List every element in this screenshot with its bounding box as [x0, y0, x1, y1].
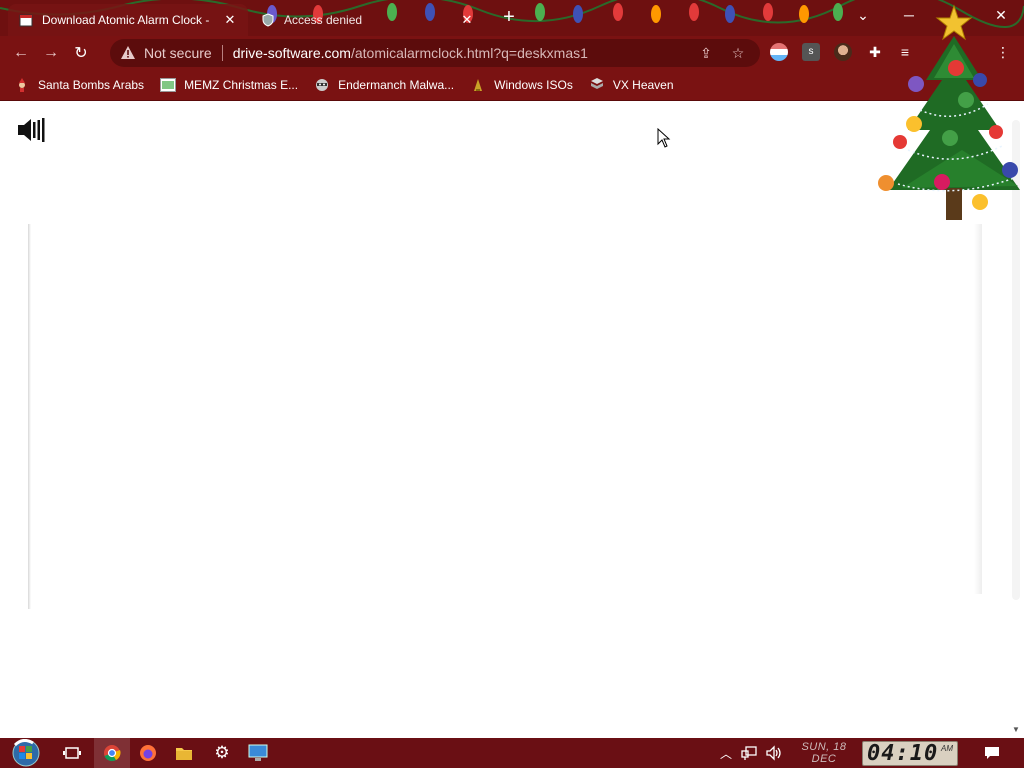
bookmark-santa-bombs-arabs[interactable]: Santa Bombs Arabs [14, 77, 144, 93]
panel-right-edge [974, 224, 982, 594]
volume-button[interactable] [762, 738, 786, 768]
chevron-up-icon: ︿ [719, 746, 732, 761]
date-line-1: SUN, 18 [801, 741, 847, 753]
volume-icon [766, 745, 781, 761]
bookmark-label: Santa Bombs Arabs [38, 77, 145, 92]
tab-title: Access denied [284, 13, 363, 27]
start-button[interactable] [6, 738, 46, 768]
image-icon [160, 77, 177, 93]
bookmark-label: Endermanch Malwa... [338, 77, 455, 92]
taskbar-firefox[interactable] [130, 738, 166, 768]
reload-icon: ↻ [74, 44, 88, 62]
monitor-icon [248, 744, 268, 761]
back-button[interactable]: ← [6, 39, 36, 67]
tab-access-denied[interactable]: Access denied ✕ [250, 4, 485, 36]
shield-icon [260, 12, 276, 28]
bookmark-vx-heaven[interactable]: VX Heaven [589, 77, 674, 93]
extension-flag-icon[interactable] [770, 43, 788, 61]
chrome-icon [104, 745, 121, 762]
taskbar-settings[interactable]: ⚙ [204, 738, 240, 768]
page-content [0, 102, 1008, 738]
taskbar-file-explorer[interactable] [166, 738, 202, 768]
clock-time: 04:10 [867, 741, 939, 766]
windows-logo-icon [12, 739, 40, 767]
action-center-button[interactable] [978, 738, 1006, 768]
folder-icon [470, 77, 486, 93]
task-view-button[interactable] [54, 738, 90, 768]
christmas-tree-decoration [878, 4, 1020, 220]
santa-icon [14, 77, 30, 93]
taskbar: ⚙ ︿ SUN, 18 DEC 04:10 AM [0, 738, 1024, 768]
shield-icon [589, 77, 605, 93]
taskbar-chrome[interactable] [94, 738, 130, 768]
url-path: /atomicalarmclock.html?q=deskxmas1 [350, 45, 588, 61]
bookmark-label: VX Heaven [612, 77, 674, 92]
forward-button[interactable]: → [36, 39, 66, 67]
calendar-icon [18, 12, 34, 28]
bookmark-memz-christmas[interactable]: MEMZ Christmas E... [160, 77, 298, 93]
speaker-icon[interactable] [16, 116, 48, 144]
raccoon-icon [314, 77, 330, 93]
extension-s-icon[interactable]: s [802, 43, 820, 61]
extension-avatar-icon[interactable] [834, 43, 852, 61]
tab-title: Download Atomic Alarm Clock - [42, 13, 210, 27]
bookmark-star-icon[interactable]: ☆ [730, 45, 746, 61]
folder-icon [176, 748, 192, 760]
mouse-cursor-icon [657, 128, 671, 148]
taskbar-date[interactable]: SUN, 18 DEC [794, 741, 854, 765]
bookmark-endermanch-malware[interactable]: Endermanch Malwa... [314, 77, 454, 93]
warning-icon [121, 46, 135, 59]
arrow-left-icon: ← [13, 43, 29, 61]
bookmark-label: Windows ISOs [494, 77, 573, 92]
new-tab-button[interactable]: + [498, 7, 520, 29]
gear-icon: ⚙ [214, 743, 230, 762]
share-icon[interactable]: ⇪ [698, 45, 714, 61]
address-bar[interactable]: Not secure drive-software.com/atomicalar… [110, 39, 760, 67]
bookmark-label: MEMZ Christmas E... [184, 77, 299, 92]
panel-left-edge [28, 224, 31, 609]
bookmark-windows-isos[interactable]: Windows ISOs [470, 77, 573, 93]
notification-icon [985, 747, 999, 759]
network-icon [741, 746, 757, 760]
tab-close-icon[interactable]: ✕ [459, 12, 475, 28]
firefox-icon [140, 745, 156, 761]
tab-download-atomic-alarm-clock[interactable]: Download Atomic Alarm Clock - ✕ [8, 4, 248, 36]
network-button[interactable] [738, 738, 760, 768]
clock-ampm: AM [941, 744, 953, 753]
url-domain: drive-software.com [232, 45, 351, 61]
divider [221, 45, 223, 61]
show-hidden-icons-button[interactable]: ︿ [716, 738, 736, 768]
task-view-icon [63, 747, 81, 759]
taskbar-remote-desktop[interactable] [240, 738, 276, 768]
arrow-right-icon: → [43, 43, 59, 61]
reload-button[interactable]: ↻ [66, 39, 96, 67]
taskbar-clock[interactable]: 04:10 AM [862, 741, 958, 766]
scroll-down-icon[interactable]: ▼ [1012, 725, 1020, 734]
date-line-2: DEC [811, 753, 837, 765]
tab-close-icon[interactable]: ✕ [222, 12, 238, 28]
security-label: Not secure [144, 45, 212, 61]
